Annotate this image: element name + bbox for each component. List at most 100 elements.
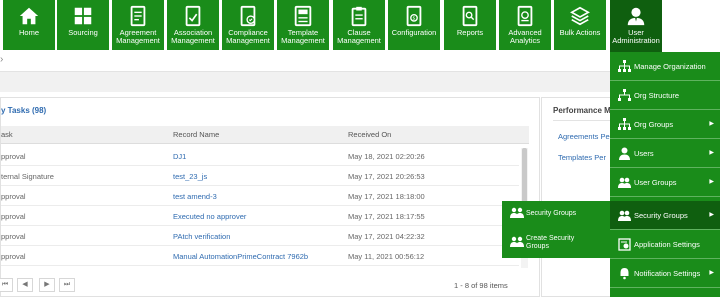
nav-label: Agreement Management — [116, 28, 160, 45]
received-cell: May 18, 2021 02:20:26 — [348, 152, 425, 161]
next-page-button[interactable]: ▶ — [39, 278, 55, 292]
nav-label: Configuration — [391, 28, 437, 37]
home-icon — [19, 7, 39, 25]
user-groups-icon — [618, 177, 631, 188]
security-groups-submenu: Security Groups Create Security Groups — [502, 201, 610, 258]
received-cell: May 17, 2021 04:22:32 — [348, 232, 425, 241]
menu-label: Manage Organization — [634, 62, 706, 71]
column-header-record-name[interactable]: Record Name — [173, 130, 219, 139]
first-page-button[interactable]: ⏮ — [0, 278, 13, 292]
received-cell: May 17, 2021 18:18:00 — [348, 192, 425, 201]
submenu-item-create-security-groups[interactable]: Create Security Groups — [502, 230, 610, 258]
table-row[interactable]: pproval test amend-3 May 17, 2021 18:18:… — [1, 186, 519, 206]
submenu-label: Security Groups — [526, 210, 577, 217]
received-cell: May 17, 2021 20:26:53 — [348, 172, 425, 181]
menu-label: Notification Settings — [634, 269, 701, 278]
nav-user-administration[interactable]: User Administration — [610, 0, 662, 52]
nav-sourcing[interactable]: Sourcing — [57, 0, 109, 50]
analytics-icon — [517, 5, 533, 27]
nav-association-management[interactable]: Association Management — [167, 0, 219, 50]
record-link[interactable]: Executed no approver — [173, 212, 246, 221]
menu-label: User Groups — [634, 178, 677, 187]
configuration-icon: $ — [406, 5, 422, 27]
record-link[interactable]: test_23_js — [173, 172, 207, 181]
nav-bulk-actions[interactable]: Bulk Actions — [554, 0, 606, 50]
application-settings-icon — [618, 238, 631, 251]
last-page-button[interactable]: ⏭ — [59, 278, 75, 292]
column-header-task[interactable]: ask — [1, 130, 13, 139]
record-link[interactable]: Manual AutomationPrimeContract 7962b — [173, 252, 308, 261]
tasks-table-header: ask Record Name Received On — [1, 126, 529, 144]
menu-item-user-groups[interactable]: User Groups ▶ — [610, 168, 720, 197]
tasks-title[interactable]: y Tasks (98) — [1, 106, 46, 115]
record-link[interactable]: PAtch verification — [173, 232, 230, 241]
received-cell: May 17, 2021 18:17:55 — [348, 212, 425, 221]
task-cell: pproval — [1, 192, 26, 201]
nav-template-management[interactable]: Template Management — [277, 0, 329, 50]
nav-label: Clause Management — [337, 28, 381, 45]
org-groups-icon — [618, 118, 631, 130]
submenu-item-security-groups[interactable]: Security Groups — [502, 201, 610, 229]
table-row[interactable]: ternal Signature test_23_js May 17, 2021… — [1, 166, 519, 186]
table-row[interactable]: pproval Executed no approver May 17, 202… — [1, 206, 519, 226]
nav-label: User Administration — [612, 28, 660, 45]
received-cell: May 11, 2021 00:56:12 — [348, 252, 425, 261]
menu-item-application-settings[interactable]: Application Settings — [610, 230, 720, 259]
nav-label: Home — [18, 28, 39, 37]
agreements-performance-link[interactable]: Agreements Pe — [558, 132, 610, 141]
security-groups-icon — [618, 210, 631, 221]
chevron-right-icon: ▶ — [709, 212, 714, 218]
nav-advanced-analytics[interactable]: Advanced Analytics — [499, 0, 551, 50]
menu-label: Security Groups — [634, 211, 688, 220]
user-administration-menu: Manage Organization Org Structure Org Gr… — [610, 52, 720, 297]
menu-item-users[interactable]: Users ▶ — [610, 139, 720, 168]
template-icon — [294, 5, 312, 27]
notification-settings-icon — [620, 268, 629, 280]
reports-icon — [462, 5, 478, 27]
prev-page-button[interactable]: ◀ — [17, 278, 33, 292]
nav-agreement-management[interactable]: Agreement Management — [112, 0, 164, 50]
nav-label: Advanced Analytics — [508, 28, 542, 45]
record-link[interactable]: DJ1 — [173, 152, 186, 161]
column-header-received-on[interactable]: Received On — [348, 130, 391, 139]
nav-label: Bulk Actions — [559, 28, 601, 37]
table-row[interactable]: pproval PAtch verification May 17, 2021 … — [1, 226, 519, 246]
menu-label: Users — [634, 149, 654, 158]
task-cell: pproval — [1, 252, 26, 261]
task-cell: pproval — [1, 232, 26, 241]
menu-item-manage-organization[interactable]: Manage Organization — [610, 52, 720, 81]
templates-performance-link[interactable]: Templates Per — [558, 153, 606, 162]
page: Home Sourcing Agreement Management Assoc… — [0, 0, 720, 297]
nav-label: Reports — [456, 28, 484, 37]
manage-organization-icon — [618, 60, 631, 72]
svg-text:$: $ — [413, 16, 416, 22]
table-row[interactable]: pproval DJ1 May 18, 2021 02:20:26 — [1, 146, 519, 166]
nav-configuration[interactable]: $ Configuration — [388, 0, 440, 50]
task-cell: pproval — [1, 212, 26, 221]
record-link[interactable]: test amend-3 — [173, 192, 217, 201]
association-icon — [185, 5, 201, 27]
menu-label: Application Settings — [634, 240, 700, 249]
agreement-icon — [130, 5, 146, 27]
nav-label: Compliance Management — [226, 28, 270, 45]
my-tasks-card: y Tasks (98) ask Record Name Received On… — [0, 97, 540, 297]
menu-item-notification-settings[interactable]: Notification Settings ▶ — [610, 259, 720, 288]
menu-label: Org Groups — [634, 120, 674, 129]
nav-clause-management[interactable]: Clause Management — [333, 0, 385, 50]
menu-item-org-groups[interactable]: Org Groups ▶ — [610, 110, 720, 139]
top-navigation: Home Sourcing Agreement Management Assoc… — [0, 0, 720, 52]
menu-item-org-structure[interactable]: Org Structure — [610, 81, 720, 110]
grid-icon — [74, 7, 92, 25]
nav-compliance-management[interactable]: Compliance Management — [222, 0, 274, 50]
nav-home[interactable]: Home — [3, 0, 55, 50]
table-row[interactable]: pproval Manual AutomationPrimeContract 7… — [1, 246, 519, 266]
performance-title: Performance Me — [553, 106, 616, 115]
chevron-right-icon[interactable]: › — [0, 54, 3, 65]
nav-reports[interactable]: Reports — [444, 0, 496, 50]
page-count: 1 - 8 of 98 items — [454, 281, 508, 290]
menu-item-security-groups[interactable]: Security Groups ▶ — [610, 201, 720, 230]
nav-label: Sourcing — [68, 28, 98, 37]
chevron-right-icon: ▶ — [709, 121, 714, 127]
task-cell: pproval — [1, 152, 26, 161]
nav-label: Template Management — [281, 28, 325, 45]
